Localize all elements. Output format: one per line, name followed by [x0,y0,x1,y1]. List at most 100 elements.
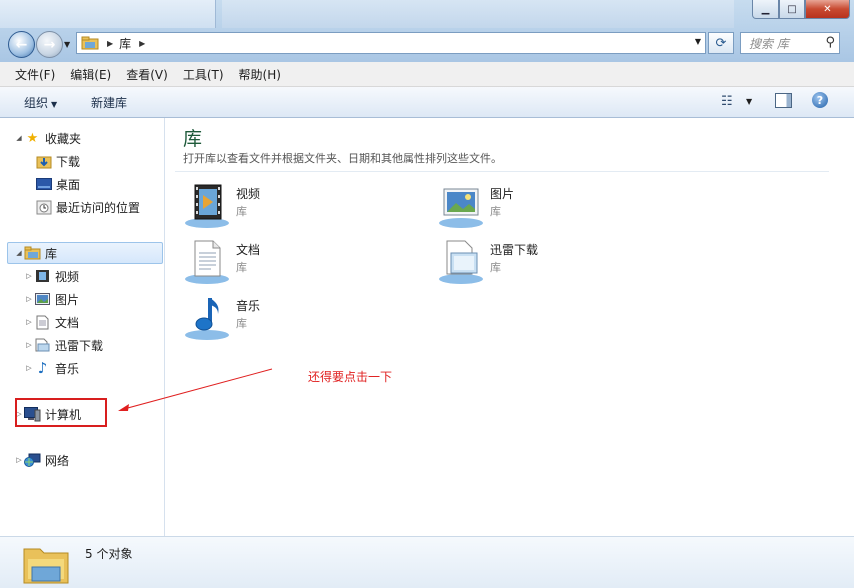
search-input[interactable]: 搜索 库 ⚲ [740,32,840,54]
nav-network-label: 网络 [45,453,70,468]
library-tile-documents[interactable]: 文档 库 [183,237,423,287]
item-count: 5 个对象 [85,547,133,561]
library-tile-name: 迅雷下载 [490,243,539,257]
library-tile-name: 图片 [490,187,515,201]
menu-edit[interactable]: 编辑(E) [70,66,111,83]
annotation-text: 还得要点击一下 [308,370,393,384]
document-library-icon [185,240,229,284]
collapsed-triangle-icon[interactable]: ▷ [24,272,34,280]
background-window-strip [222,0,734,28]
picture-library-icon [439,188,483,228]
minimize-button[interactable]: ▁ [752,0,779,19]
star-icon: ★ [26,130,39,146]
nav-favorites-label: 收藏夹 [45,131,82,146]
nav-lib-thunder-downloads[interactable]: ▷ 迅雷下载 [24,335,103,355]
nav-lib-documents[interactable]: ▷ 文档 [24,312,79,332]
annotation-highlight-box [15,398,107,427]
preview-pane-button[interactable] [775,93,792,108]
desktop-icon [35,177,52,192]
address-bar[interactable]: ▶ 库 ▶ ▼ [76,32,706,54]
collapsed-triangle-icon[interactable]: ▷ [24,364,34,372]
picture-icon [34,292,51,307]
nav-lib-video[interactable]: ▷ 视频 [24,266,79,286]
content-pane: 库 打开库以查看文件并根据文件夹、日期和其他属性排列这些文件。 视频 库 图片 … [165,118,854,536]
menu-view[interactable]: 查看(V) [126,66,168,83]
nav-lib-music-label: 音乐 [55,361,80,376]
library-tile-pictures[interactable]: 图片 库 [437,181,677,231]
help-button[interactable]: ? [812,92,828,108]
view-dropdown-icon[interactable]: ▼ [746,97,752,106]
library-tile-video[interactable]: 视频 库 [183,181,423,231]
collapsed-triangle-icon[interactable]: ▷ [24,341,34,349]
nav-lib-pictures[interactable]: ▷ 图片 [24,289,79,309]
address-dropdown-icon[interactable]: ▼ [695,37,701,46]
breadcrumb-separator-icon[interactable]: ▶ [107,39,113,48]
change-view-icon[interactable]: ☷ [721,94,733,109]
background-window [0,0,216,28]
thunder-download-icon [34,338,51,353]
organize-button[interactable]: 组织 ▼ [24,94,57,111]
search-placeholder: 搜索 库 [749,36,789,51]
collapsed-triangle-icon[interactable]: ▷ [24,295,34,303]
nav-desktop[interactable]: 桌面 [35,174,80,194]
recent-pages-dropdown[interactable]: ▼ [64,40,70,49]
library-tile-type: 库 [236,261,247,274]
close-button[interactable]: ✕ [805,0,850,19]
nav-libraries[interactable]: ◢ 库 [7,242,163,264]
breadcrumb-library[interactable]: 库 [119,35,131,52]
recent-places-icon [35,200,52,215]
nav-libraries-label: 库 [45,246,58,261]
breadcrumb-separator-icon[interactable]: ▶ [139,39,145,48]
nav-recent-places[interactable]: 最近访问的位置 [35,197,140,217]
menu-tools[interactable]: 工具(T) [183,66,224,83]
download-folder-icon [35,154,52,169]
back-button[interactable]: ← [8,31,35,58]
library-folder-icon [23,548,69,584]
page-description: 打开库以查看文件并根据文件夹、日期和其他属性排列这些文件。 [183,152,502,165]
library-tile-name: 视频 [236,187,261,201]
menu-file[interactable]: 文件(F) [15,66,55,83]
new-library-button[interactable]: 新建库 [91,94,127,111]
collapsed-triangle-icon[interactable]: ▷ [14,456,24,464]
search-icon[interactable]: ⚲ [825,35,835,50]
organize-label: 组织 [24,96,49,110]
arrow-left-icon: ← [15,36,28,53]
expanded-triangle-icon[interactable]: ◢ [14,134,24,142]
film-icon [34,269,51,284]
window-controls: ▁ □ ✕ [752,0,850,19]
help-icon: ? [816,93,824,107]
library-tile-type: 库 [236,317,247,330]
nav-downloads-label: 下载 [56,154,81,169]
library-tile-name: 文档 [236,243,261,257]
nav-favorites[interactable]: ◢ ★ 收藏夹 [14,128,81,148]
title-divider [175,171,829,172]
nav-lib-music[interactable]: ▷ ♪ 音乐 [24,358,79,378]
refresh-icon: ⟳ [715,35,727,51]
collapsed-triangle-icon[interactable]: ▷ [24,318,34,326]
menu-help[interactable]: 帮助(H) [239,66,281,83]
nav-lib-documents-label: 文档 [55,315,80,330]
nav-lib-video-label: 视频 [55,269,80,284]
arrow-right-icon: → [43,36,56,53]
network-icon [24,453,41,468]
maximize-button[interactable]: □ [779,0,805,19]
nav-recent-places-label: 最近访问的位置 [56,200,141,215]
forward-button[interactable]: → [36,31,63,58]
nav-lib-pictures-label: 图片 [55,292,80,307]
menu-bar: 文件(F) 编辑(E) 查看(V) 工具(T) 帮助(H) [0,62,854,87]
nav-lib-thunder-downloads-label: 迅雷下载 [55,338,104,353]
library-tile-type: 库 [490,205,501,218]
nav-network[interactable]: ▷ 网络 [14,450,69,470]
library-tile-music[interactable]: 音乐 库 [183,293,423,343]
expanded-triangle-icon[interactable]: ◢ [14,249,24,257]
chevron-down-icon: ▼ [51,100,58,109]
nav-downloads[interactable]: 下载 [35,151,80,171]
library-folder-icon [81,36,99,50]
library-folder-icon [24,246,41,261]
command-bar: 组织 ▼ 新建库 ☷ ▼ ? [0,87,854,118]
page-title: 库 [183,128,203,150]
library-tile-thunder-downloads[interactable]: 迅雷下载 库 [437,237,677,287]
nav-desktop-label: 桌面 [56,177,81,192]
refresh-button[interactable]: ⟳ [708,32,734,54]
library-tile-name: 音乐 [236,299,261,313]
